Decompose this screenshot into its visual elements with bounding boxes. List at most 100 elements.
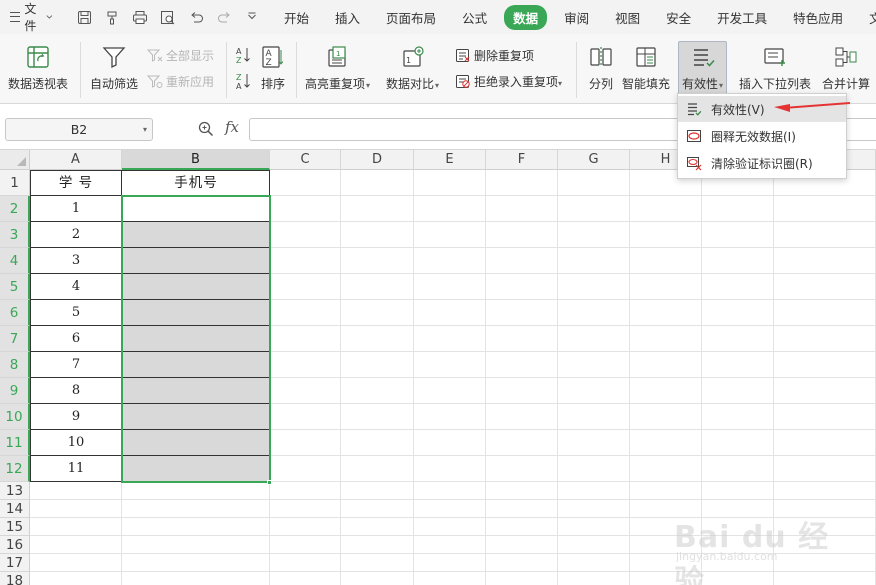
sort-ascending-button[interactable]: AZ xyxy=(235,46,251,64)
row-header-16[interactable]: 16 xyxy=(0,536,30,554)
cell-student-id[interactable]: 3 xyxy=(30,248,122,274)
row-header-11[interactable]: 11 xyxy=(0,430,30,456)
column-header-a[interactable]: A xyxy=(30,150,122,170)
row-header-14[interactable]: 14 xyxy=(0,500,30,518)
pivot-table-button[interactable]: 数据透视表 xyxy=(8,42,68,92)
column-header-e[interactable]: E xyxy=(414,150,486,170)
split-columns-icon xyxy=(586,42,616,72)
show-all-button[interactable]: 全部显示 xyxy=(147,47,214,64)
column-header-f[interactable]: F xyxy=(486,150,558,170)
reject-duplicates-label: 拒绝录入重复项▾ xyxy=(474,75,563,89)
row-header-12[interactable]: 12 xyxy=(0,456,30,482)
remove-duplicates-button[interactable]: 删除重复项 xyxy=(455,47,534,64)
autofilter-label: 自动筛选 xyxy=(90,77,139,91)
insert-function-icon[interactable]: fx xyxy=(225,118,239,136)
print-icon[interactable] xyxy=(127,4,153,30)
smart-fill-button[interactable]: 智能填充 xyxy=(622,42,670,92)
row-header-1[interactable]: 1 xyxy=(0,170,30,196)
tab-view[interactable]: 视图 xyxy=(606,5,649,30)
select-all-corner[interactable] xyxy=(0,150,30,170)
validity-button[interactable]: 有效性▾ xyxy=(678,41,728,95)
menu-item-clear-circles-label: 清除验证标识圈(R) xyxy=(711,156,813,171)
print-preview-icon[interactable] xyxy=(155,4,181,30)
data-compare-button[interactable]: 1 数据对比▾ xyxy=(386,42,439,92)
column-header-c[interactable]: C xyxy=(270,150,341,170)
tab-page-layout[interactable]: 页面布局 xyxy=(377,5,445,30)
highlight-duplicates-icon: 1 xyxy=(323,42,353,72)
hamburger-icon xyxy=(10,12,21,22)
column-header-b[interactable]: B xyxy=(122,150,270,170)
cell-student-id[interactable]: 4 xyxy=(30,274,122,300)
reapply-label: 重新应用 xyxy=(166,75,215,89)
row-header-18[interactable]: 18 xyxy=(0,572,30,585)
tab-document[interactable]: 文档 xyxy=(860,5,876,30)
file-menu[interactable]: 文件 xyxy=(0,0,59,34)
row-header-15[interactable]: 15 xyxy=(0,518,30,536)
zoom-formula-icon[interactable] xyxy=(198,121,214,140)
autofilter-button[interactable]: 自动筛选 xyxy=(90,42,138,92)
cell-student-id[interactable]: 5 xyxy=(30,300,122,326)
tab-features[interactable]: 特色应用 xyxy=(784,5,852,30)
insert-dropdown-list-button[interactable]: 插入下拉列表 xyxy=(739,42,811,92)
row-header-5[interactable]: 5 xyxy=(0,274,30,300)
svg-text:Z: Z xyxy=(266,58,272,68)
remove-duplicates-icon xyxy=(456,49,470,62)
highlight-duplicates-button[interactable]: 1 高亮重复项▾ xyxy=(305,42,370,92)
tab-formulas[interactable]: 公式 xyxy=(453,5,496,30)
sort-descending-button[interactable]: ZA xyxy=(235,72,251,90)
smart-fill-icon xyxy=(631,42,661,72)
selection-border xyxy=(121,195,271,483)
customize-dropdown-icon[interactable] xyxy=(239,4,265,30)
row-header-9[interactable]: 9 xyxy=(0,378,30,404)
chevron-down-icon xyxy=(46,15,53,19)
chevron-down-icon[interactable]: ▾ xyxy=(143,119,147,140)
menu-item-clear-circles[interactable]: 清除验证标识圈(R) xyxy=(678,150,846,176)
cell-student-id[interactable]: 9 xyxy=(30,404,122,430)
menu-item-circle-invalid[interactable]: 圈释无效数据(I) xyxy=(678,123,846,149)
circle-invalid-icon xyxy=(687,130,701,142)
row-header-2[interactable]: 2 xyxy=(0,196,30,222)
tab-developer[interactable]: 开发工具 xyxy=(708,5,776,30)
sort-az-icon: AZ xyxy=(236,47,250,64)
column-header-g[interactable]: G xyxy=(558,150,630,170)
row-header-7[interactable]: 7 xyxy=(0,326,30,352)
format-painter-icon[interactable] xyxy=(99,4,125,30)
row-header-10[interactable]: 10 xyxy=(0,404,30,430)
sort-button[interactable]: AZ 排序 xyxy=(258,42,288,92)
save-icon[interactable] xyxy=(71,4,97,30)
fill-handle[interactable] xyxy=(267,480,272,485)
consolidate-button[interactable]: 合并计算 xyxy=(822,42,870,92)
svg-text:1: 1 xyxy=(336,50,340,58)
cell-student-id[interactable]: 11 xyxy=(30,456,122,482)
cell-student-id[interactable]: 2 xyxy=(30,222,122,248)
consolidate-label: 合并计算 xyxy=(822,77,871,91)
redo-icon[interactable] xyxy=(211,4,237,30)
menu-item-validity-label: 有效性(V) xyxy=(711,102,765,117)
reapply-button[interactable]: 重新应用 xyxy=(147,73,214,90)
row-header-6[interactable]: 6 xyxy=(0,300,30,326)
reject-duplicates-button[interactable]: 拒绝录入重复项▾ xyxy=(455,73,562,90)
cell-student-id[interactable]: 6 xyxy=(30,326,122,352)
cell-a1-header[interactable]: 学 号 xyxy=(30,170,122,196)
text-to-columns-button[interactable]: 分列 xyxy=(586,42,616,92)
tab-home[interactable]: 开始 xyxy=(275,5,318,30)
name-box[interactable]: B2 ▾ xyxy=(5,118,153,141)
cell-b1-header[interactable]: 手机号 xyxy=(122,170,270,196)
tab-data[interactable]: 数据 xyxy=(504,4,548,30)
tab-security[interactable]: 安全 xyxy=(657,5,700,30)
row-header-4[interactable]: 4 xyxy=(0,248,30,274)
undo-icon[interactable] xyxy=(183,4,209,30)
tab-insert[interactable]: 插入 xyxy=(326,5,369,30)
column-header-d[interactable]: D xyxy=(341,150,414,170)
cell-student-id[interactable]: 7 xyxy=(30,352,122,378)
cell-student-id[interactable]: 8 xyxy=(30,378,122,404)
row-header-3[interactable]: 3 xyxy=(0,222,30,248)
cell-student-id[interactable]: 1 xyxy=(30,196,122,222)
tab-review[interactable]: 审阅 xyxy=(555,5,598,30)
dropdown-list-icon xyxy=(760,42,790,72)
row-header-17[interactable]: 17 xyxy=(0,554,30,572)
row-header-13[interactable]: 13 xyxy=(0,482,30,500)
row-header-8[interactable]: 8 xyxy=(0,352,30,378)
cell-student-id[interactable]: 10 xyxy=(30,430,122,456)
quick-access-toolbar xyxy=(71,4,265,30)
